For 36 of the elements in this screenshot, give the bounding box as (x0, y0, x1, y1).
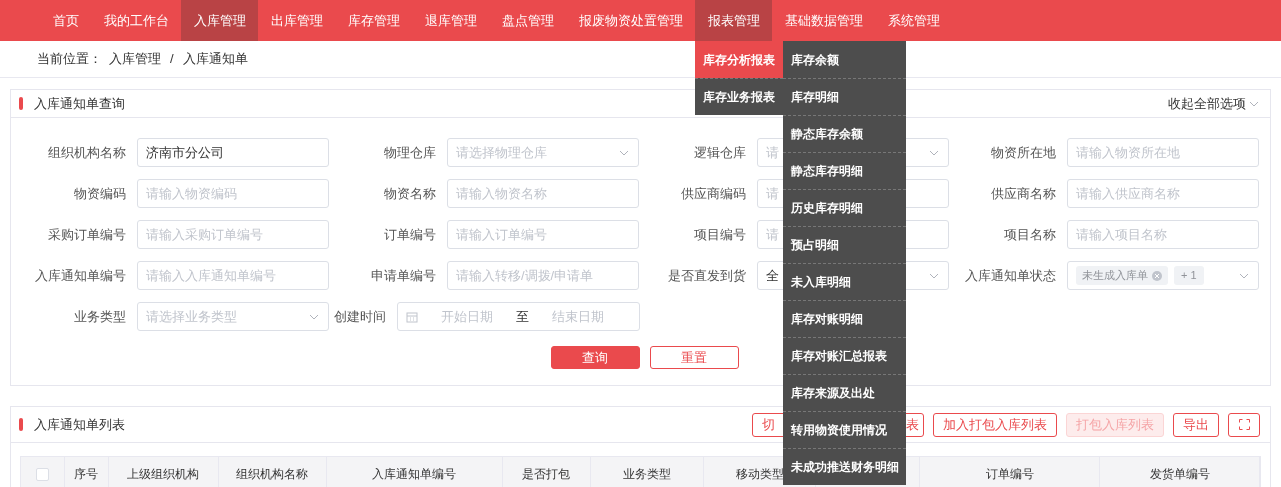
panel-title: 入库通知单列表 (34, 415, 125, 434)
field-label: 采购订单编号 (47, 225, 126, 244)
field-label: 物理仓库 (383, 143, 436, 162)
field-label: 供应商编码 (680, 184, 746, 203)
panel-title: 入库通知单查询 (34, 94, 125, 113)
field-label: 申请单编号 (370, 266, 436, 285)
column-header: 上级组织机构 (127, 466, 200, 483)
field-label: 项目名称 (1003, 225, 1056, 244)
column-header: 移动类型 (735, 466, 784, 483)
column-header: 业务类型 (623, 466, 671, 483)
field-label: 入库通知单状态 (964, 266, 1056, 285)
column-header: 组织机构名称 (236, 466, 309, 483)
field-label: 入库通知单编号 (34, 266, 126, 285)
column-header: 是否打包 (522, 466, 571, 483)
field-label: 逻辑仓库 (693, 143, 746, 162)
status-tag: 未生成入库单 (1076, 266, 1168, 285)
field-label: 组织机构名称 (47, 143, 126, 162)
range-separator: 至 (516, 307, 529, 326)
start-date-placeholder: 开始日期 (440, 307, 494, 326)
more-count-tag: + 1 (1174, 266, 1204, 285)
column-header: 入库通知单编号 (372, 466, 457, 483)
field-label: 项目编号 (693, 225, 746, 244)
field-label: 订单编号 (383, 225, 436, 244)
field-label: 业务类型 (73, 307, 126, 326)
field-label: 供应商名称 (990, 184, 1056, 203)
field-label: 物资编码 (73, 184, 126, 203)
column-header: 订单编号 (985, 466, 1034, 483)
field-label: 物资名称 (383, 184, 436, 203)
column-header: 发货单编号 (1149, 466, 1210, 483)
breadcrumb-label: 当前位置： (37, 50, 102, 69)
field-label: 物资所在地 (990, 143, 1056, 162)
field-label: 是否直发到货 (667, 266, 746, 285)
column-header: 序号 (74, 466, 99, 483)
field-label: 创建时间 (333, 307, 386, 326)
breadcrumb-separator: / (169, 50, 175, 69)
end-date-placeholder: 结束日期 (551, 307, 605, 326)
